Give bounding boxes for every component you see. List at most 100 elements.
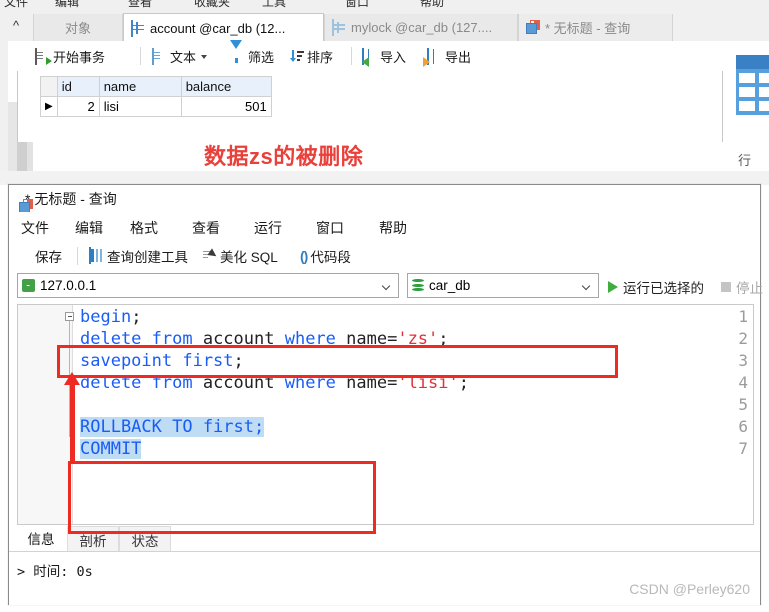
- chevron-down-icon[interactable]: [583, 282, 591, 290]
- menu-item-edit[interactable]: 编辑: [55, 0, 79, 10]
- code-line-7[interactable]: COMMIT: [80, 438, 142, 460]
- message-panel: > 时间: 0s CSDN @Perley620: [9, 552, 760, 605]
- query-window-title: * 无标题 - 查询: [25, 190, 117, 207]
- sort-button[interactable]: 排序: [289, 46, 333, 67]
- main-menu-bar-clipped[interactable]: 文件 编辑 查看 收藏夹 工具 窗口 帮助: [0, 0, 769, 11]
- beautify-icon: [203, 248, 219, 262]
- cell-id[interactable]: 2: [56, 96, 100, 117]
- tab-mylock-car-db[interactable]: mylock @car_db (127....: [324, 14, 518, 41]
- toolbar-separator-1: [140, 47, 141, 65]
- filter-button[interactable]: 筛选: [230, 40, 274, 67]
- stop-button[interactable]: 停止: [721, 277, 763, 297]
- menu-item-help[interactable]: 帮助: [420, 0, 444, 10]
- query-builder-label: 查询创建工具: [107, 249, 188, 265]
- export-icon: [423, 48, 442, 67]
- toolbar-separator-2: [351, 47, 352, 65]
- sort-icon: [289, 49, 304, 64]
- snippet-button[interactable]: () 代码段: [300, 245, 351, 266]
- import-icon: [362, 48, 377, 67]
- tab-mylock-label: mylock @car_db (127....: [351, 20, 493, 35]
- query-menu-window[interactable]: 窗口: [312, 216, 348, 240]
- save-icon: [17, 242, 32, 263]
- column-header-name[interactable]: name: [98, 76, 182, 97]
- menu-item-view[interactable]: 查看: [128, 0, 152, 10]
- stop-icon: [721, 282, 731, 292]
- watermark-text: CSDN @Perley620: [629, 581, 750, 597]
- cell-name[interactable]: lisi: [98, 96, 182, 117]
- database-select[interactable]: car_db: [407, 273, 599, 298]
- query-menu-edit[interactable]: 编辑: [71, 216, 107, 240]
- table-row[interactable]: ▶ 2 lisi 501: [40, 96, 272, 117]
- grid-icon: [131, 19, 146, 37]
- sql-editor[interactable]: 1 2 3 4 5 6 7 begin; delete from account…: [17, 304, 754, 525]
- connection-bar: 127.0.0.1 car_db 运行已选择的 停止: [9, 268, 763, 304]
- tab-profile-label: 剖析: [79, 533, 107, 549]
- tab-account-label: account @car_db (12...: [150, 20, 286, 36]
- code-line-2[interactable]: delete from account where name='zs';: [80, 328, 449, 350]
- chevron-down-icon[interactable]: [201, 54, 208, 59]
- begin-transaction-icon: [35, 48, 52, 65]
- menu-item-window[interactable]: 窗口: [345, 0, 369, 10]
- result-grid[interactable]: id name balance ▶ 2 lisi 501: [40, 76, 288, 117]
- grid-icon: [332, 19, 347, 36]
- column-header-id[interactable]: id: [56, 76, 100, 97]
- connection-icon: [22, 279, 35, 292]
- begin-transaction-button[interactable]: 开始事务: [35, 46, 105, 67]
- cell-balance[interactable]: 501: [180, 96, 272, 117]
- text-label: 文本: [170, 50, 197, 65]
- tab-objects-label: 对象: [64, 21, 91, 36]
- message-time-line: > 时间: 0s: [17, 564, 93, 580]
- sort-label: 排序: [307, 50, 334, 65]
- code-line-6[interactable]: ROLLBACK TO first;: [80, 416, 265, 438]
- column-header-balance[interactable]: balance: [180, 76, 272, 97]
- code-line-3[interactable]: savepoint first;: [80, 350, 244, 372]
- database-value: car_db: [429, 278, 471, 293]
- run-selected-button[interactable]: 运行已选择的: [608, 277, 704, 297]
- beautify-sql-button[interactable]: 美化 SQL: [203, 245, 278, 266]
- query-toolbar: 保存 查询创建工具 美化 SQL () 代码段: [9, 241, 760, 268]
- code-fold-toggle-icon[interactable]: [65, 312, 74, 321]
- tab-status[interactable]: 状态: [119, 526, 171, 552]
- tab-untitled-query-label: * 无标题 - 查询: [545, 21, 631, 36]
- tab-account-car-db[interactable]: account @car_db (12...: [123, 13, 324, 42]
- editor-gutter: [18, 305, 73, 524]
- play-icon: [608, 281, 618, 293]
- host-select[interactable]: 127.0.0.1: [17, 273, 399, 298]
- query-window: * 无标题 - 查询 文件 编辑 格式 查看 运行 窗口 帮助 保存 查询创建工…: [8, 184, 763, 605]
- menu-item-tools[interactable]: 工具: [262, 0, 286, 10]
- code-line-4[interactable]: delete from account where name='lisi';: [80, 372, 469, 394]
- line-number: 2: [738, 329, 748, 348]
- query-menu-file[interactable]: 文件: [17, 216, 53, 240]
- beautify-label: 美化 SQL: [220, 249, 278, 265]
- text-icon: [152, 48, 167, 65]
- tab-info-label: 信息: [27, 532, 55, 547]
- annotation-red-text: 数据zs的被删除: [204, 144, 364, 169]
- code-line-1[interactable]: begin;: [80, 306, 141, 328]
- tab-untitled-query[interactable]: * 无标题 - 查询: [518, 14, 673, 41]
- left-rail-mid: [8, 102, 17, 171]
- tab-objects[interactable]: 对象: [33, 14, 123, 41]
- row-marker-icon: ▶: [40, 96, 58, 117]
- import-label: 导入: [380, 50, 407, 65]
- collapse-caret-icon[interactable]: ^: [8, 18, 24, 34]
- annotation-arrow-stem: [70, 383, 75, 463]
- import-button[interactable]: 导入: [362, 46, 406, 67]
- tab-profile[interactable]: 剖析: [67, 526, 119, 552]
- save-button[interactable]: 保存: [17, 242, 62, 266]
- table-view-toolbar: 开始事务 文本 筛选 排序 导入 导出: [17, 40, 723, 71]
- save-label: 保存: [35, 249, 62, 265]
- tab-info[interactable]: 信息: [15, 526, 67, 552]
- query-builder-button[interactable]: 查询创建工具: [89, 245, 188, 266]
- menu-item-file[interactable]: 文件: [4, 0, 28, 10]
- query-menu-format[interactable]: 格式: [126, 216, 162, 240]
- query-menu-view[interactable]: 查看: [188, 216, 224, 240]
- query-menu-help[interactable]: 帮助: [375, 216, 411, 240]
- query-toolbar-separator: [77, 247, 78, 265]
- line-number: 6: [738, 417, 748, 436]
- query-window-titlebar: * 无标题 - 查询: [9, 185, 760, 213]
- export-button[interactable]: 导出: [423, 46, 471, 67]
- query-menu-run[interactable]: 运行: [250, 216, 286, 240]
- menu-item-favorites[interactable]: 收藏夹: [194, 0, 230, 10]
- chevron-down-icon[interactable]: [383, 282, 391, 290]
- text-button[interactable]: 文本: [152, 46, 212, 67]
